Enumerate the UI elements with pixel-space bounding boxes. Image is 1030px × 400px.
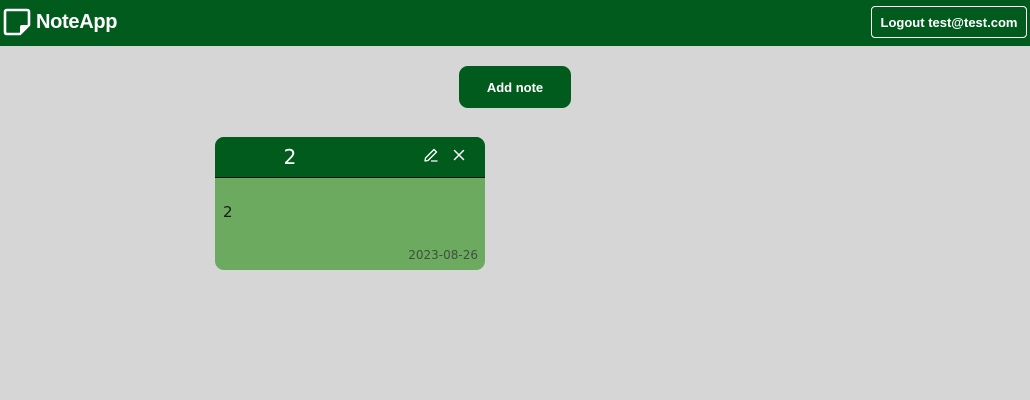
close-icon[interactable]: [451, 147, 467, 163]
note-card: 2 2 2023-08-26: [215, 137, 485, 270]
app-name: NoteApp: [36, 10, 118, 33]
brand[interactable]: NoteApp: [3, 8, 118, 36]
note-body: 2: [223, 203, 233, 221]
logout-button[interactable]: Logout test@test.com: [871, 6, 1027, 38]
note-header: 2: [215, 137, 485, 178]
note-title: 2: [283, 145, 297, 169]
note-icon: [3, 8, 31, 36]
pencil-icon[interactable]: [423, 147, 439, 163]
note-date: 2023-08-26: [408, 248, 478, 262]
add-note-button[interactable]: Add note: [459, 66, 571, 108]
top-navbar: NoteApp Logout test@test.com: [0, 0, 1030, 46]
